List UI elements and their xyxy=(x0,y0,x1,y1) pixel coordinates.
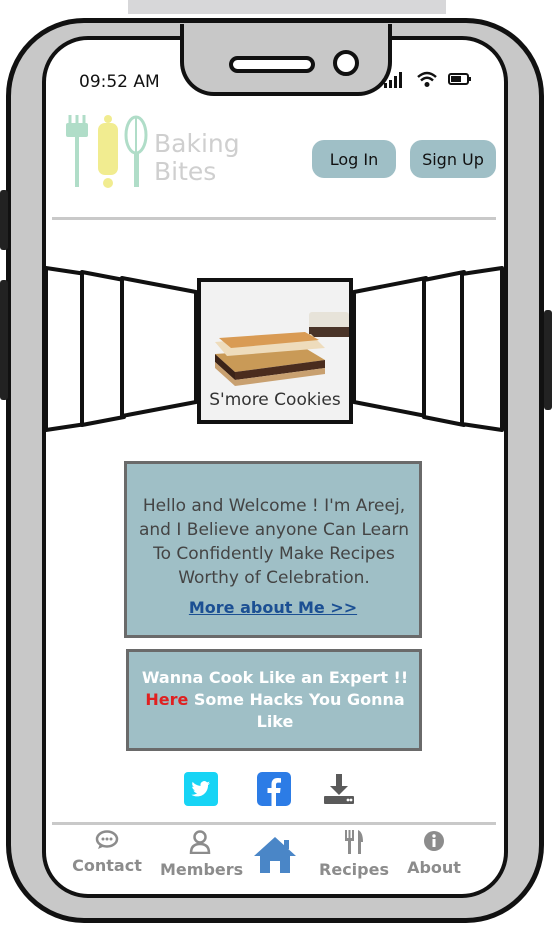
wifi-icon xyxy=(417,71,437,87)
logo-line-2: Bites xyxy=(154,157,217,186)
speaker xyxy=(229,56,315,73)
nav-about-label: About xyxy=(407,858,461,877)
nav-recipes-label: Recipes xyxy=(319,860,389,879)
download-icon[interactable] xyxy=(322,772,356,806)
status-icons xyxy=(384,70,472,88)
nav-members[interactable]: Members xyxy=(160,830,244,879)
twitter-icon[interactable] xyxy=(184,772,218,806)
battery-icon xyxy=(448,73,471,85)
header-divider xyxy=(52,217,496,220)
home-icon xyxy=(254,837,296,873)
hacks-text-part2: Some Hacks You Gonna Like xyxy=(188,690,405,731)
hacks-highlight: Here xyxy=(145,690,189,709)
nav-home[interactable] xyxy=(252,836,298,878)
nav-about[interactable]: About xyxy=(406,830,462,877)
hacks-message[interactable]: Wanna Cook Like an Expert !! Here Some H… xyxy=(140,667,410,733)
top-strip xyxy=(128,0,446,14)
nav-members-label: Members xyxy=(160,860,244,879)
user-icon xyxy=(189,830,211,855)
more-about-me-link[interactable]: More about Me >> xyxy=(124,598,422,617)
phone-side-button xyxy=(0,280,8,400)
nav-contact-label: Contact xyxy=(72,856,142,875)
signal-icon xyxy=(384,72,402,88)
utensils-icon xyxy=(345,830,363,854)
nav-contact[interactable]: Contact xyxy=(72,830,142,875)
footer-divider xyxy=(52,822,496,825)
phone-side-button xyxy=(0,190,8,250)
camera xyxy=(333,50,359,76)
chat-icon xyxy=(95,830,119,849)
logo-text: Baking Bites xyxy=(154,130,240,186)
login-button[interactable]: Log In xyxy=(312,140,396,178)
logo-line-1: Baking xyxy=(154,129,240,158)
signup-button[interactable]: Sign Up xyxy=(410,140,496,178)
carousel-caption: S'more Cookies xyxy=(209,390,341,410)
welcome-message: Hello and Welcome ! I'm Areej, and I Bel… xyxy=(138,496,410,588)
nav-recipes[interactable]: Recipes xyxy=(318,830,390,879)
facebook-icon[interactable] xyxy=(257,772,291,806)
phone-side-button xyxy=(544,310,552,410)
hacks-text-part1: Wanna Cook Like an Expert !! xyxy=(141,668,409,687)
status-time: 09:52 AM xyxy=(79,72,160,92)
info-icon xyxy=(424,831,444,851)
